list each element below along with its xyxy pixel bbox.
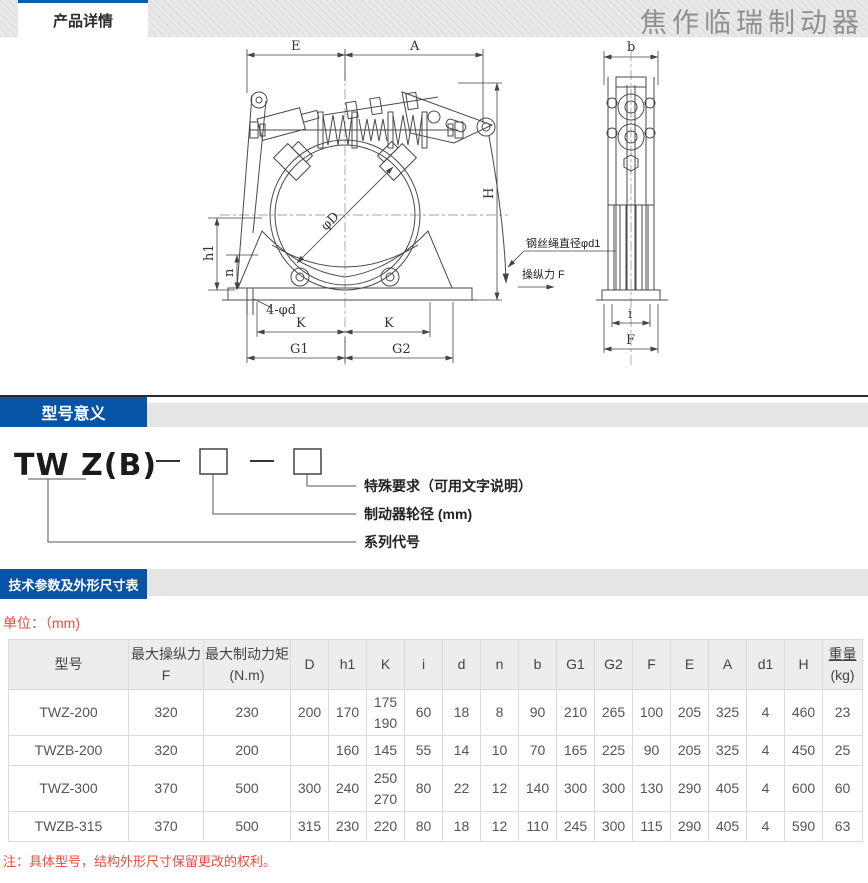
dim-label-K1: K: [296, 316, 306, 331]
dim-label-F: F: [626, 333, 635, 348]
dim-label-G1: G1: [290, 342, 309, 357]
table-row: TWZB-200 320 200 160 145 55 14 10 70 165…: [9, 736, 863, 766]
dim-label-bolt-holes: 4-φd: [266, 303, 296, 318]
section-header-tech-params: 技术参数及外形尺寸表: [0, 569, 868, 603]
dim-label-b: b: [627, 40, 635, 55]
section-header-strip: [147, 569, 868, 596]
brand-watermark: 焦作临瑞制动器: [640, 1, 864, 40]
page-header: 产品详情 焦作临瑞制动器: [0, 0, 868, 37]
cell-model: TWZB-200: [9, 736, 129, 766]
leader-rope-diameter: 钢丝绳直径φd1: [526, 236, 600, 250]
dim-label-G2: G2: [392, 342, 411, 357]
col-header-H: H: [785, 640, 823, 690]
col-header-b: b: [519, 640, 557, 690]
col-header-F: F: [633, 640, 671, 690]
model-callout-lines: [28, 474, 356, 542]
unit-label: 单位：（mm): [3, 613, 868, 633]
model-code-diagram: TW Z(B) 特殊要求（可用文字说明） 制动器轮径 (mm) 系列代号: [0, 429, 868, 569]
section-title-model-meaning: 型号意义: [0, 397, 147, 427]
tab-label: 产品详情: [53, 10, 113, 31]
col-header-max-force: 最大操纵力F: [129, 640, 204, 690]
cell-model: TWZB-315: [9, 812, 129, 842]
col-header-G2: G2: [595, 640, 633, 690]
centerlines: [220, 51, 631, 367]
col-header-weight: 重量 (kg): [823, 640, 863, 690]
table-row: TWZB-315 370 500 315 230 220 80 18 12 11…: [9, 812, 863, 842]
tab-product-details[interactable]: 产品详情: [18, 0, 148, 37]
callout-special-requirement: 特殊要求（可用文字说明）: [364, 478, 532, 494]
dim-label-h1: h1: [202, 244, 217, 261]
side-view: [596, 77, 668, 300]
weight-unit: (kg): [830, 667, 854, 683]
section-header-strip: [147, 403, 868, 427]
footnote: 注：具体型号，结构外形尺寸保留更改的权利。: [3, 851, 868, 870]
col-header-model: 型号: [9, 640, 129, 690]
section-title-tech-params: 技术参数及外形尺寸表: [0, 569, 147, 599]
col-header-E: E: [671, 640, 709, 690]
col-header-max-torque: 最大制动力矩 (N.m): [204, 640, 291, 690]
wheel-diameter-box: [200, 449, 227, 474]
table-header-row: 型号 最大操纵力F 最大制动力矩 (N.m) D h1 K i d n b G1…: [9, 640, 863, 690]
table-row: TWZ-200 320 230 200 170 175 190 60 18 8 …: [9, 690, 863, 736]
section-header-model-meaning: 型号意义: [0, 395, 868, 429]
dim-label-i: i: [628, 307, 632, 322]
parameters-table: 型号 最大操纵力F 最大制动力矩 (N.m) D h1 K i d n b G1…: [8, 639, 863, 842]
weight-label: 重量: [829, 646, 857, 662]
special-requirement-box: [294, 449, 321, 474]
model-code-text: TW Z(B): [14, 448, 157, 483]
leader-operating-force: 操纵力 F: [522, 267, 565, 281]
cell-model: TWZ-300: [9, 766, 129, 812]
col-header-d1: d1: [747, 640, 785, 690]
dim-label-A: A: [409, 39, 420, 54]
cell-model: TWZ-200: [9, 690, 129, 736]
col-header-d: d: [443, 640, 481, 690]
front-view: [222, 92, 506, 315]
table-row: TWZ-300 370 500 300 240 250 270 80 22 12…: [9, 766, 863, 812]
callout-wheel-diameter: 制动器轮径 (mm): [364, 506, 472, 522]
col-header-n: n: [481, 640, 519, 690]
col-header-h1: h1: [329, 640, 367, 690]
col-header-i: i: [405, 640, 443, 690]
dim-label-K2: K: [384, 316, 394, 331]
col-header-D: D: [291, 640, 329, 690]
callout-series-code: 系列代号: [364, 534, 420, 550]
col-header-A: A: [709, 640, 747, 690]
dim-label-n: n: [222, 268, 237, 277]
col-header-G1: G1: [557, 640, 595, 690]
dim-label-H: H: [482, 188, 497, 199]
dim-label-E: E: [291, 39, 301, 54]
dim-label-phiD: φD: [318, 209, 342, 233]
col-header-K: K: [367, 640, 405, 690]
technical-drawing: E A b H h1 n 4-φd K K G1 G2 i F φD 钢丝绳直径…: [0, 37, 868, 395]
